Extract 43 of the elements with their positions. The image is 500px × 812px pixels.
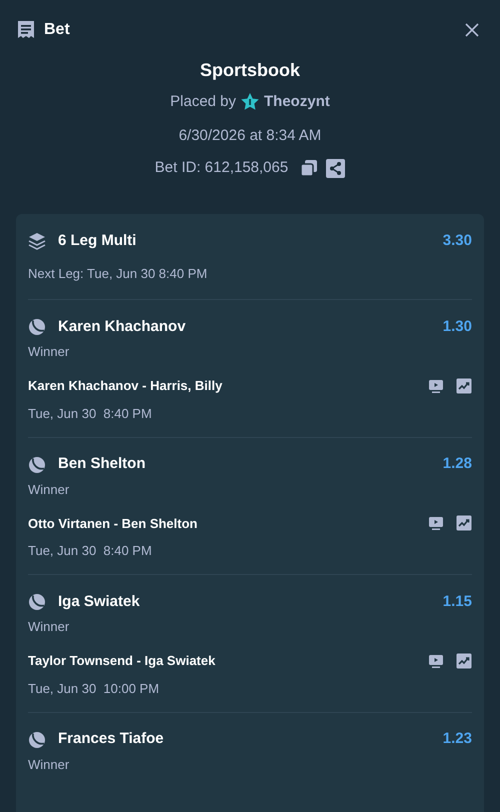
next-leg-time: Next Leg: Tue, Jun 30 8:40 PM — [28, 265, 208, 283]
sportsbook-heading: Sportsbook — [200, 59, 300, 82]
stats-chart-icon[interactable] — [456, 515, 472, 532]
odds: 1.28 — [442, 454, 472, 474]
match-time: Tue, Jun 30 10:00 PM — [28, 680, 160, 698]
market-name: Winner — [28, 480, 70, 498]
share-icon[interactable] — [326, 158, 346, 178]
match-name: Taylor Townsend - Iga Swiatek — [28, 652, 216, 670]
tennis-ball-icon — [28, 456, 46, 474]
tennis-ball-icon — [28, 730, 46, 748]
multi-title: 6 Leg Multi — [58, 230, 136, 251]
market-name: Winner — [28, 756, 70, 774]
live-stream-icon[interactable] — [428, 378, 444, 394]
market-name: Winner — [28, 618, 70, 636]
market-name: Winner — [28, 343, 70, 361]
live-stream-icon[interactable] — [428, 515, 444, 532]
match-time: Tue, Jun 30 8:40 PM — [28, 404, 153, 422]
dialog-title: Bet — [44, 20, 70, 40]
odds: 1.15 — [442, 592, 472, 612]
bet-id: Bet ID: 612,158,065 — [154, 158, 288, 178]
stats-chart-icon[interactable] — [456, 378, 472, 394]
username-link[interactable]: Theozynt — [264, 90, 330, 114]
stats-chart-icon[interactable] — [456, 652, 472, 669]
match-name: Otto Virtanen - Ben Shelton — [28, 514, 198, 532]
placed-date: 6/30/2026 at 8:34 AM — [178, 126, 322, 146]
layers-icon — [28, 232, 46, 250]
placed-by-label: Placed by — [170, 92, 236, 112]
close-icon[interactable] — [464, 22, 480, 38]
odds: 1.23 — [442, 729, 472, 750]
selection-name: Frances Tiafoe — [58, 729, 164, 750]
live-stream-icon[interactable] — [428, 652, 444, 669]
selection-name: Ben Shelton — [58, 454, 146, 474]
tennis-ball-icon — [28, 593, 46, 611]
selection-name: Karen Khachanov — [58, 316, 186, 337]
match-time: Tue, Jun 30 8:40 PM — [28, 542, 153, 560]
selection-name: Iga Swiatek — [58, 592, 140, 612]
match-name: Karen Khachanov - Harris, Billy — [28, 377, 222, 395]
tennis-ball-icon — [28, 318, 46, 336]
odds: 1.30 — [442, 316, 472, 337]
copy-icon[interactable] — [300, 159, 318, 177]
odds: 3.30 — [442, 230, 472, 251]
receipt-icon — [16, 20, 36, 40]
vip-star-icon — [240, 92, 260, 112]
